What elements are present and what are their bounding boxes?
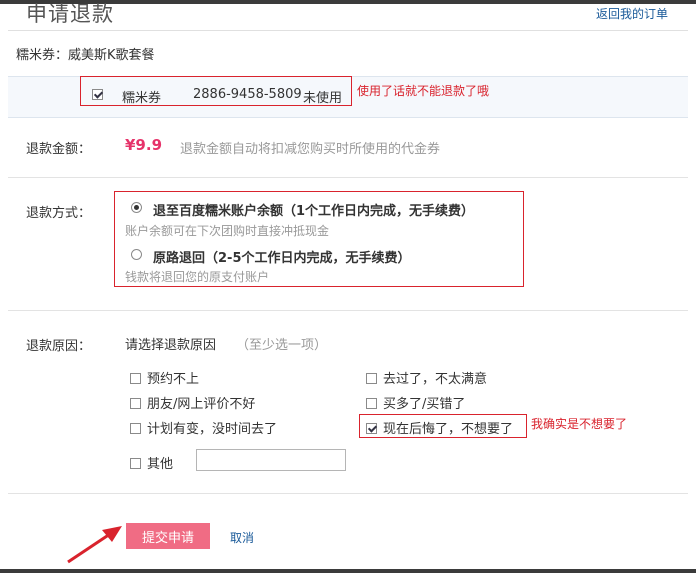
refund-reason-prompt: 请选择退款原因 (125, 338, 217, 353)
divider (8, 177, 688, 178)
reason-option[interactable]: 买多了/买错了 (366, 393, 465, 412)
refund-option-balance-title[interactable]: 退至百度糯米账户余额（1个工作日内完成，无手续费） (153, 200, 474, 219)
reason-text: 计划有变，没时间去了 (147, 422, 278, 437)
cancel-link[interactable]: 取消 (230, 529, 254, 546)
submit-button[interactable]: 提交申请 (126, 523, 210, 549)
refund-method-label: 退款方式： (26, 206, 92, 221)
refund-option-original-title[interactable]: 原路退回（2-5个工作日内完成，无手续费） (153, 247, 411, 266)
reason-checkbox[interactable] (130, 373, 141, 384)
reason-text: 去过了，不太满意 (383, 372, 488, 387)
reason-text: 买多了/买错了 (383, 397, 466, 412)
header-divider (8, 30, 688, 31)
refund-amount-note: 退款金额自动将扣减您购买时所使用的代金券 (180, 142, 441, 157)
coupon-annotation: 使用了话就不能退款了哦 (357, 84, 490, 98)
divider (8, 493, 688, 494)
reason-checkbox[interactable] (366, 398, 377, 409)
refund-option-original-desc: 钱款将退回您的原支付账户 (125, 270, 270, 284)
reason-option-selected[interactable]: 现在后悔了，不想要了 (366, 418, 513, 437)
reason-checkbox[interactable] (130, 423, 141, 434)
reason-text: 预约不上 (147, 372, 200, 387)
coupon-code: 2886-9458-5809 (193, 87, 302, 102)
reason-annotation: 我确实是不想要了 (531, 417, 628, 431)
coupon-item-name: 糯米券 (122, 91, 162, 106)
reason-option[interactable]: 朋友/网上评价不好 (130, 393, 255, 412)
divider (8, 310, 688, 311)
back-to-orders-link[interactable]: 返回我的订单 (596, 5, 668, 22)
coupon-status: 未使用 (303, 91, 343, 106)
reason-checkbox[interactable] (366, 373, 377, 384)
refund-reason-hint: （至少选一项） (236, 338, 328, 353)
reason-option[interactable]: 计划有变，没时间去了 (130, 418, 277, 437)
reason-checkbox[interactable] (130, 458, 141, 469)
refund-amount-label: 退款金额： (26, 142, 92, 157)
page-title: 申请退款 (26, 2, 114, 26)
other-reason-input[interactable] (196, 449, 346, 471)
bottom-bar (0, 569, 696, 573)
coupon-title: 糯米券：威美斯K歌套餐 (16, 48, 155, 63)
reason-text: 现在后悔了，不想要了 (383, 422, 514, 437)
reason-option-other[interactable]: 其他 (130, 453, 173, 472)
reason-option[interactable]: 去过了，不太满意 (366, 368, 487, 387)
reason-text: 其他 (147, 457, 174, 472)
reason-text: 朋友/网上评价不好 (147, 397, 256, 412)
reason-checkbox[interactable] (130, 398, 141, 409)
red-arrow-icon (67, 526, 122, 564)
refund-reason-label: 退款原因： (26, 339, 92, 354)
reason-option[interactable]: 预约不上 (130, 368, 199, 387)
coupon-checkbox[interactable] (92, 89, 103, 100)
refund-option-original-radio[interactable] (131, 249, 142, 260)
reason-checkbox[interactable] (366, 423, 377, 434)
refund-amount-value: ¥9.9 (125, 136, 163, 154)
refund-option-balance-desc: 账户余额可在下次团购时直接冲抵现金 (125, 224, 330, 238)
refund-option-balance-radio[interactable] (131, 202, 142, 213)
